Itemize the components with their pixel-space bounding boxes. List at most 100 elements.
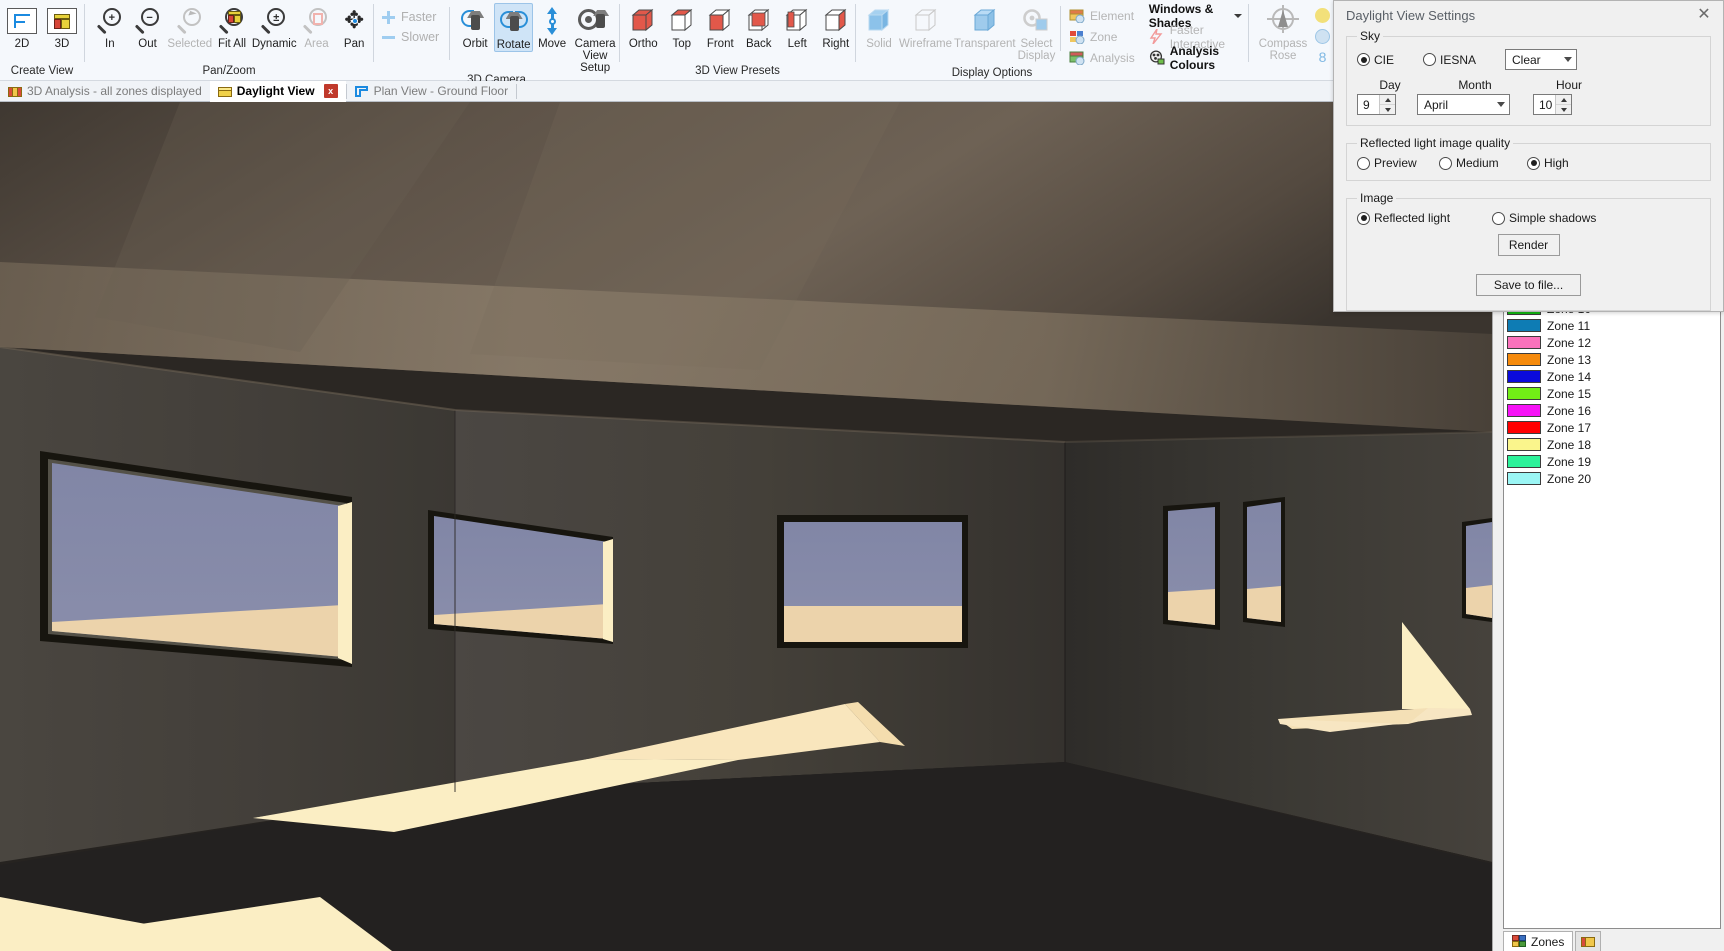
panel-tab-surfaces[interactable] bbox=[1575, 931, 1602, 951]
month-select[interactable]: April bbox=[1417, 94, 1510, 115]
create-view-2d-button[interactable]: 2D bbox=[3, 3, 41, 50]
button-label: In bbox=[105, 38, 115, 50]
radio-label: CIE bbox=[1374, 52, 1395, 67]
image-reflected-light-radio[interactable]: Reflected light bbox=[1357, 211, 1492, 225]
ribbon-group-3d-camera: Faster Slower Orbit Rotate Move Camera V… bbox=[374, 0, 619, 86]
display-option-zone: Zone bbox=[1069, 27, 1135, 46]
image-simple-shadows-radio[interactable]: Simple shadows bbox=[1492, 211, 1596, 225]
create-view-3d-button[interactable]: 3D bbox=[43, 3, 81, 50]
day-label: Day bbox=[1379, 78, 1401, 92]
save-to-file-button[interactable]: Save to file... bbox=[1476, 274, 1581, 296]
zone-list-item[interactable]: Zone 17 bbox=[1504, 419, 1720, 436]
preset-back-button[interactable]: Back bbox=[740, 3, 779, 50]
quality-medium-radio[interactable]: Medium bbox=[1439, 156, 1527, 170]
doc-tab-plan-view[interactable]: Plan View - Ground Floor bbox=[347, 81, 517, 102]
list-item-label: Zone 20 bbox=[1547, 471, 1592, 486]
panel-tab-strip: Zones bbox=[1493, 929, 1724, 951]
camera-speed-faster-button: Faster bbox=[378, 7, 447, 27]
zone-list-item[interactable]: Zone 14 bbox=[1504, 368, 1720, 385]
zone-list-item[interactable]: Zone 13 bbox=[1504, 351, 1720, 368]
preset-right-button[interactable]: Right bbox=[817, 3, 856, 50]
display-option-analysis-colours[interactable]: Analysis Colours bbox=[1149, 44, 1242, 72]
panel-tab-zones[interactable]: Zones bbox=[1503, 931, 1574, 951]
zone-colour-swatch bbox=[1507, 370, 1541, 383]
button-label: Select Display bbox=[1017, 38, 1056, 62]
doc-tab-3d-analysis[interactable]: 3D Analysis - all zones displayed bbox=[0, 81, 210, 102]
camera-speed-slower-button: Slower bbox=[378, 27, 447, 47]
zoom-out-button[interactable]: − Out bbox=[129, 3, 167, 50]
pan-button[interactable]: Pan bbox=[335, 3, 373, 50]
sky-model-cie-radio[interactable]: CIE bbox=[1357, 53, 1423, 67]
analysis-icon bbox=[1069, 50, 1085, 66]
button-label: Fit All bbox=[217, 38, 247, 50]
button-label: Camera View Setup bbox=[574, 38, 616, 74]
zone-list-item[interactable]: Zone 18 bbox=[1504, 436, 1720, 453]
button-label: Area bbox=[304, 38, 329, 50]
chevron-down-icon bbox=[1564, 57, 1572, 62]
camera-move-button[interactable]: Move bbox=[533, 3, 571, 50]
camera-rotate-button[interactable]: Rotate bbox=[494, 3, 533, 52]
display-option-analysis: Analysis bbox=[1069, 48, 1135, 67]
zoom-in-button[interactable]: + In bbox=[91, 3, 129, 50]
sky-model-iesna-radio[interactable]: IESNA bbox=[1423, 53, 1505, 67]
quality-high-radio[interactable]: High bbox=[1527, 156, 1569, 170]
stepper-up-icon[interactable] bbox=[1380, 95, 1395, 105]
zone-list-item[interactable]: Zone 12 bbox=[1504, 334, 1720, 351]
speed-label: Slower bbox=[401, 30, 440, 44]
plan-view-2d-icon bbox=[7, 5, 37, 37]
preset-ortho-button[interactable]: Ortho bbox=[624, 3, 663, 50]
zoom-dynamic-button[interactable]: ± Dynamic bbox=[251, 3, 298, 50]
zone-list-item[interactable]: Zone 15 bbox=[1504, 385, 1720, 402]
chevron-down-icon[interactable] bbox=[1234, 13, 1242, 18]
close-icon[interactable]: ✕ bbox=[1691, 3, 1717, 27]
button-label: Left bbox=[787, 38, 807, 50]
quality-preview-radio[interactable]: Preview bbox=[1357, 156, 1439, 170]
select-display-icon bbox=[1021, 5, 1051, 37]
radio-label: Preview bbox=[1374, 156, 1417, 170]
button-label: Selected bbox=[167, 38, 213, 50]
zone-list-item[interactable]: Zone 20 bbox=[1504, 470, 1720, 487]
zone-list-item[interactable]: Zone 16 bbox=[1504, 402, 1720, 419]
radio-dot-icon bbox=[1439, 156, 1452, 170]
daylight-3d-viewport[interactable] bbox=[0, 102, 1492, 951]
doc-tab-daylight-view[interactable]: Daylight View x bbox=[209, 80, 346, 102]
close-icon[interactable]: x bbox=[323, 84, 338, 98]
option-label: Analysis bbox=[1090, 50, 1135, 65]
radio-dot-icon bbox=[1357, 53, 1370, 66]
render-button[interactable]: Render bbox=[1497, 234, 1560, 256]
stepper-down-icon[interactable] bbox=[1556, 105, 1571, 114]
hour-stepper[interactable]: 10 bbox=[1533, 94, 1572, 115]
zone-colour-swatch bbox=[1507, 472, 1541, 485]
stepper-down-icon[interactable] bbox=[1380, 105, 1395, 114]
transparent-cube-icon bbox=[972, 5, 998, 37]
zoom-fit-all-button[interactable]: Fit All bbox=[213, 3, 251, 50]
dialog-title-bar: Daylight View Settings ✕ bbox=[1334, 1, 1723, 29]
zone-list-item[interactable]: Zone 11 bbox=[1504, 317, 1720, 334]
zone-icon bbox=[1069, 29, 1085, 45]
top-cube-icon bbox=[669, 5, 695, 37]
day-stepper[interactable]: 9 bbox=[1357, 94, 1396, 115]
preset-top-button[interactable]: Top bbox=[663, 3, 702, 50]
radio-dot-icon bbox=[1492, 211, 1505, 225]
zoom-out-icon: − bbox=[134, 5, 161, 37]
sky-type-select[interactable]: Clear bbox=[1505, 49, 1577, 70]
wireframe-cube-icon bbox=[913, 5, 939, 37]
preset-left-button[interactable]: Left bbox=[778, 3, 817, 50]
orbit-camera-icon bbox=[460, 5, 490, 37]
radio-label: IESNA bbox=[1440, 52, 1477, 67]
zone-colour-swatch bbox=[1507, 319, 1541, 332]
radio-dot-icon bbox=[1357, 211, 1370, 225]
zone-colour-swatch bbox=[1507, 336, 1541, 349]
camera-orbit-button[interactable]: Orbit bbox=[456, 3, 494, 50]
zone-colour-swatch bbox=[1507, 421, 1541, 434]
panel-tab-label: Zones bbox=[1531, 934, 1565, 949]
group-legend: Image bbox=[1360, 191, 1394, 205]
zone-list-item[interactable]: Zone 19 bbox=[1504, 453, 1720, 470]
preset-front-button[interactable]: Front bbox=[701, 3, 740, 50]
zone-colour-swatch bbox=[1507, 387, 1541, 400]
stepper-up-icon[interactable] bbox=[1556, 95, 1571, 105]
button-label: 2D bbox=[14, 38, 30, 50]
option-label: Zone bbox=[1090, 29, 1118, 44]
camera-view-setup-button[interactable]: Camera View Setup bbox=[571, 3, 619, 74]
daylight-view-settings-dialog[interactable]: Daylight View Settings ✕ Sky CIE IESNA C… bbox=[1333, 0, 1724, 312]
